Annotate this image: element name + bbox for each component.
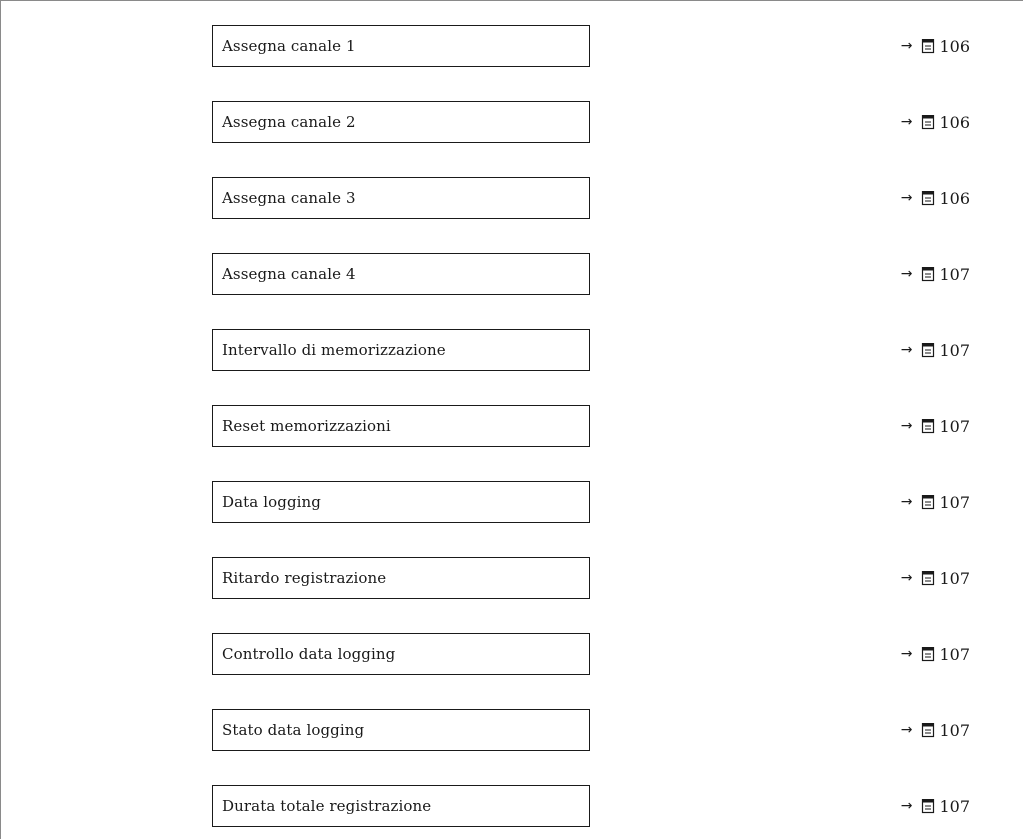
- arrow-icon: →: [900, 418, 913, 434]
- arrow-icon: →: [900, 266, 913, 282]
- list-item: Ritardo registrazione → 107: [0, 557, 1023, 601]
- parameter-box: Reset memorizzazioni: [212, 405, 590, 447]
- page-number: 106: [939, 36, 970, 56]
- list-item: Stato data logging → 107: [0, 709, 1023, 753]
- list-item: Assegna canale 1 → 106: [0, 25, 1023, 69]
- parameter-box: Assegna canale 4: [212, 253, 590, 295]
- page-number: 107: [939, 644, 970, 664]
- book-icon: [921, 266, 935, 282]
- book-icon: [921, 494, 935, 510]
- parameter-box: Ritardo registrazione: [212, 557, 590, 599]
- book-icon: [921, 798, 935, 814]
- page-number: 107: [939, 720, 970, 740]
- book-icon: [921, 38, 935, 54]
- page-reference[interactable]: → 107: [901, 253, 970, 295]
- parameter-box: Durata totale registrazione: [212, 785, 590, 827]
- parameter-box: Assegna canale 3: [212, 177, 590, 219]
- page-reference[interactable]: → 107: [901, 709, 970, 751]
- page-reference[interactable]: → 107: [901, 633, 970, 675]
- list-item: Assegna canale 3 → 106: [0, 177, 1023, 221]
- parameter-box: Controllo data logging: [212, 633, 590, 675]
- list-item: Data logging → 107: [0, 481, 1023, 525]
- arrow-icon: →: [900, 494, 913, 510]
- page-number: 107: [939, 568, 970, 588]
- parameter-box: Assegna canale 2: [212, 101, 590, 143]
- book-icon: [921, 646, 935, 662]
- arrow-icon: →: [900, 342, 913, 358]
- page-reference[interactable]: → 106: [901, 177, 970, 219]
- page-number: 107: [939, 796, 970, 816]
- list-item: Durata totale registrazione → 107: [0, 785, 1023, 829]
- arrow-icon: →: [900, 190, 913, 206]
- parameter-box: Stato data logging: [212, 709, 590, 751]
- book-icon: [921, 418, 935, 434]
- book-icon: [921, 114, 935, 130]
- page-number: 107: [939, 340, 970, 360]
- page-reference[interactable]: → 107: [901, 557, 970, 599]
- page-number: 107: [939, 264, 970, 284]
- arrow-icon: →: [900, 646, 913, 662]
- arrow-icon: →: [900, 114, 913, 130]
- list-item: Controllo data logging → 107: [0, 633, 1023, 677]
- page-reference[interactable]: → 107: [901, 785, 970, 827]
- page-number: 107: [939, 492, 970, 512]
- parameter-box: Data logging: [212, 481, 590, 523]
- page-reference[interactable]: → 107: [901, 405, 970, 447]
- parameter-box: Assegna canale 1: [212, 25, 590, 67]
- book-icon: [921, 570, 935, 586]
- page-reference[interactable]: → 106: [901, 101, 970, 143]
- page-number: 106: [939, 188, 970, 208]
- page-reference[interactable]: → 106: [901, 25, 970, 67]
- page-reference[interactable]: → 107: [901, 329, 970, 371]
- parameter-list: Assegna canale 1 → 106 Assegna canale 2 …: [0, 0, 1023, 839]
- arrow-icon: →: [900, 38, 913, 54]
- book-icon: [921, 342, 935, 358]
- parameter-box: Intervallo di memorizzazione: [212, 329, 590, 371]
- page-number: 107: [939, 416, 970, 436]
- arrow-icon: →: [900, 722, 913, 738]
- arrow-icon: →: [900, 570, 913, 586]
- page-number: 106: [939, 112, 970, 132]
- list-item: Assegna canale 4 → 107: [0, 253, 1023, 297]
- list-item: Intervallo di memorizzazione → 107: [0, 329, 1023, 373]
- page-reference[interactable]: → 107: [901, 481, 970, 523]
- list-item: Reset memorizzazioni → 107: [0, 405, 1023, 449]
- arrow-icon: →: [900, 798, 913, 814]
- book-icon: [921, 190, 935, 206]
- list-item: Assegna canale 2 → 106: [0, 101, 1023, 145]
- book-icon: [921, 722, 935, 738]
